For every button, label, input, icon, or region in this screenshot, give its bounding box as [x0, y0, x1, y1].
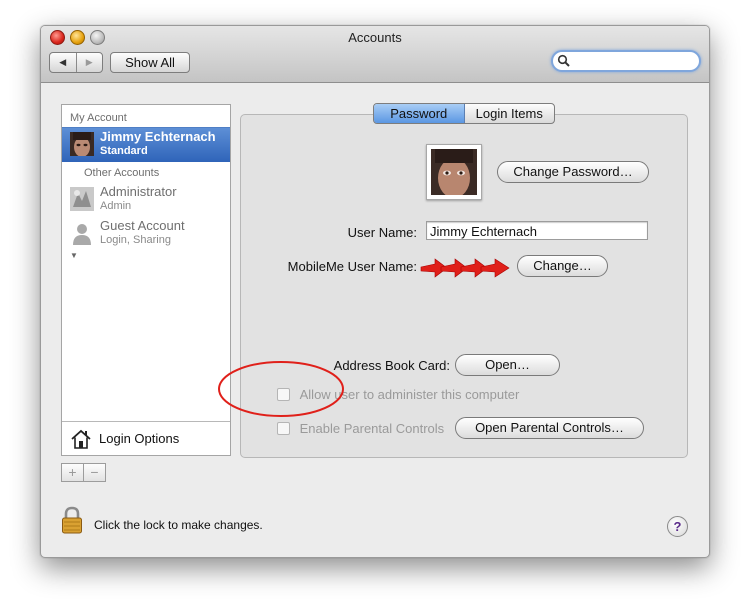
- user-photo-icon: [70, 132, 94, 156]
- account-role: Login, Sharing: [100, 234, 171, 246]
- search-input[interactable]: [573, 53, 691, 68]
- my-account-header: My Account: [70, 112, 127, 124]
- disclosure-triangle-icon[interactable]: ▼: [70, 251, 78, 260]
- search-icon: [557, 54, 570, 67]
- lock-icon[interactable]: [61, 506, 83, 534]
- lock-message: Click the lock to make changes.: [94, 518, 263, 532]
- window-toolbar: Accounts ◀ ▶ Show All: [41, 26, 709, 83]
- open-address-book-button[interactable]: Open…: [455, 354, 560, 376]
- red-circle-annotation: [218, 361, 344, 417]
- user-name-label: User Name:: [347, 225, 417, 240]
- tab-login-items[interactable]: Login Items: [465, 104, 555, 123]
- login-options-label: Login Options: [99, 431, 180, 446]
- open-parental-controls-button[interactable]: Open Parental Controls…: [455, 417, 644, 439]
- account-role: Admin: [100, 200, 132, 212]
- parental-controls-label: Enable Parental Controls: [299, 421, 445, 437]
- add-account-button[interactable]: +: [62, 464, 84, 481]
- tab-bar: Password Login Items: [373, 103, 555, 124]
- window-title: Accounts: [348, 30, 402, 45]
- change-mobileme-button[interactable]: Change…: [517, 255, 608, 277]
- forward-button[interactable]: ▶: [77, 53, 103, 72]
- account-role: Standard: [100, 145, 148, 157]
- account-row-administrator[interactable]: Administrator Admin: [62, 183, 230, 217]
- user-name-field[interactable]: Jimmy Echternach: [426, 221, 648, 240]
- help-button[interactable]: ?: [667, 516, 688, 537]
- guest-user-icon: [73, 224, 91, 245]
- add-remove-control: + −: [61, 463, 106, 482]
- back-arrow-icon: ◀: [59, 57, 67, 67]
- other-accounts-header: Other Accounts: [84, 167, 160, 179]
- user-photo-icon: [431, 149, 477, 195]
- address-book-label: Address Book Card:: [333, 358, 450, 373]
- account-name: Jimmy Echternach: [100, 129, 216, 144]
- parental-controls-row: Enable Parental Controls: [277, 420, 444, 437]
- change-password-button[interactable]: Change Password…: [497, 161, 649, 183]
- red-arrows-annotation: [420, 258, 510, 278]
- house-icon: [71, 429, 91, 449]
- account-row-jimmy[interactable]: Jimmy Echternach Standard: [62, 127, 230, 162]
- back-forward-control: ◀ ▶: [49, 52, 103, 73]
- back-button[interactable]: ◀: [50, 53, 77, 72]
- accounts-window: Accounts ◀ ▶ Show All My Account Jimmy E…: [40, 25, 710, 558]
- forward-arrow-icon: ▶: [85, 57, 93, 67]
- show-all-button[interactable]: Show All: [110, 52, 190, 73]
- mobileme-label: MobileMe User Name:: [287, 259, 417, 274]
- account-name: Guest Account: [100, 218, 185, 233]
- search-field[interactable]: [551, 50, 701, 72]
- account-row-guest[interactable]: Guest Account Login, Sharing: [62, 217, 230, 251]
- login-options-row[interactable]: Login Options: [62, 421, 230, 455]
- parental-controls-checkbox[interactable]: [277, 422, 290, 436]
- tab-password[interactable]: Password: [374, 104, 465, 123]
- user-picture-well[interactable]: [426, 144, 482, 200]
- account-name: Administrator: [100, 184, 177, 199]
- accounts-list: My Account Jimmy Echternach Standard ▼ O…: [61, 104, 231, 456]
- remove-account-button[interactable]: −: [84, 464, 105, 481]
- admin-photo-icon: [70, 187, 94, 211]
